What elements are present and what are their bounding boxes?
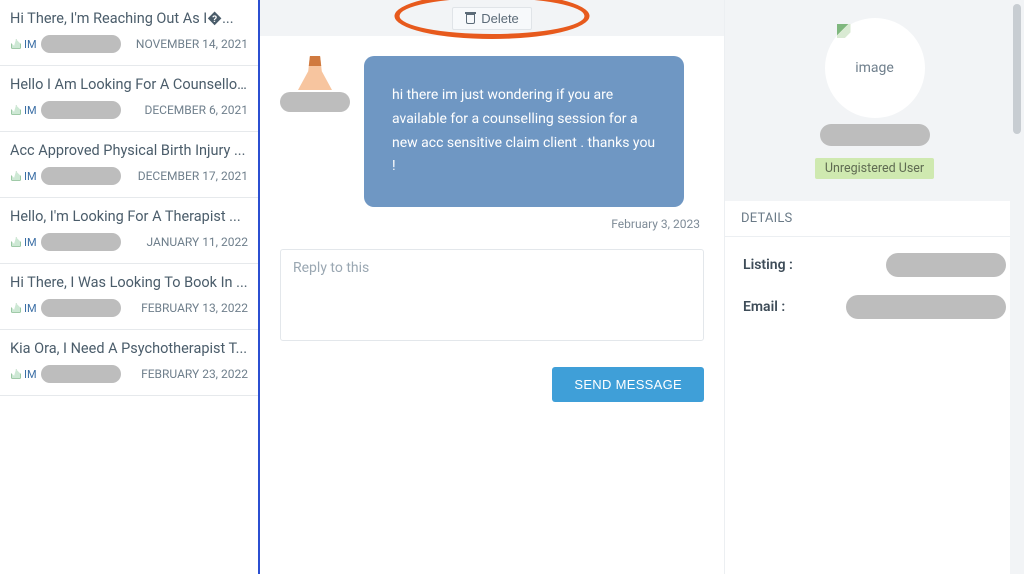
details-heading: DETAILS: [725, 201, 1024, 237]
conversation-meta: IM NOVEMBER 14, 2021: [10, 35, 248, 53]
trash-icon: [465, 12, 476, 24]
conversation-meta: IM DECEMBER 17, 2021: [10, 167, 248, 185]
message-avatar: [280, 56, 350, 112]
listing-label: Listing :: [743, 257, 793, 273]
conversation-date: FEBRUARY 23, 2022: [141, 367, 248, 381]
conversation-date: DECEMBER 6, 2021: [144, 103, 248, 117]
conversation-list[interactable]: Hi There, I'm Reaching Out As I�... IM N…: [0, 0, 260, 574]
conversation-title: Kia Ora, I Need A Psychotherapist T...: [10, 340, 248, 357]
redacted-name: [41, 35, 121, 53]
send-row: SEND MESSAGE: [280, 367, 704, 402]
conversation-meta: IM DECEMBER 6, 2021: [10, 101, 248, 119]
conversation-title: Hi There, I'm Reaching Out As I�...: [10, 10, 248, 27]
delete-button[interactable]: Delete: [452, 7, 532, 30]
avatar: IM: [10, 365, 121, 383]
conversation-item[interactable]: Hello I Am Looking For A Counsellor... I…: [0, 66, 258, 132]
conversation-date: NOVEMBER 14, 2021: [136, 37, 248, 51]
broken-image-icon: [10, 302, 22, 314]
details-pane: image Unregistered User DETAILS Listing …: [724, 0, 1024, 574]
detail-row-email: Email :: [743, 295, 1006, 319]
redacted-name: [41, 101, 121, 119]
conversation-date: FEBRUARY 13, 2022: [141, 301, 248, 315]
conversation-title: Hello I Am Looking For A Counsellor...: [10, 76, 248, 93]
conversation-item[interactable]: Hello, I'm Looking For A Therapist ... I…: [0, 198, 258, 264]
avatar: IM: [10, 167, 121, 185]
contact-image-placeholder: image: [825, 18, 925, 118]
redacted-name: [41, 167, 121, 185]
conversation-meta: IM FEBRUARY 23, 2022: [10, 365, 248, 383]
conversation-date: DECEMBER 17, 2021: [138, 169, 248, 183]
scrollbar[interactable]: [1010, 0, 1024, 574]
conversation-title: Hi There, I Was Looking To Book In ...: [10, 274, 248, 291]
broken-image-icon: [10, 104, 22, 116]
delete-label: Delete: [481, 11, 519, 26]
message-row: hi there im just wondering if you are av…: [280, 56, 704, 207]
email-label: Email :: [743, 299, 785, 315]
conversation-item[interactable]: Hi There, I'm Reaching Out As I�... IM N…: [0, 0, 258, 66]
conversation-item[interactable]: Kia Ora, I Need A Psychotherapist T... I…: [0, 330, 258, 396]
redacted-name: [280, 92, 350, 112]
conversation-title: Hello, I'm Looking For A Therapist ...: [10, 208, 248, 225]
reply-input[interactable]: Reply to this: [280, 249, 704, 341]
conversation-title: Acc Approved Physical Birth Injury ...: [10, 142, 248, 159]
message-date: February 3, 2023: [280, 217, 700, 231]
thread-body: hi there im just wondering if you are av…: [260, 36, 724, 574]
redacted-name: [41, 299, 121, 317]
redacted-value: [846, 295, 1006, 319]
send-message-button[interactable]: SEND MESSAGE: [552, 367, 704, 402]
details-body: Listing : Email :: [725, 237, 1024, 353]
status-badge: Unregistered User: [815, 158, 934, 179]
avatar: IM: [10, 35, 121, 53]
broken-image-icon: [10, 38, 22, 50]
conversation-item[interactable]: Hi There, I Was Looking To Book In ... I…: [0, 264, 258, 330]
avatar-head-icon: [298, 56, 332, 90]
image-label: image: [855, 60, 894, 76]
conversation-meta: IM JANUARY 11, 2022: [10, 233, 248, 251]
detail-row-listing: Listing :: [743, 253, 1006, 277]
conversation-date: JANUARY 11, 2022: [147, 235, 248, 249]
thread-pane: Delete hi there im just wondering if you…: [260, 0, 724, 574]
broken-image-icon: [10, 170, 22, 182]
redacted-name: [820, 124, 930, 146]
thread-toolbar: Delete: [260, 0, 724, 36]
message-bubble: hi there im just wondering if you are av…: [364, 56, 684, 207]
avatar: IM: [10, 299, 121, 317]
broken-image-icon: [10, 368, 22, 380]
conversation-item[interactable]: Acc Approved Physical Birth Injury ... I…: [0, 132, 258, 198]
broken-image-icon: [10, 236, 22, 248]
broken-image-icon: [837, 24, 851, 38]
avatar: IM: [10, 233, 121, 251]
redacted-name: [41, 365, 121, 383]
conversation-meta: IM FEBRUARY 13, 2022: [10, 299, 248, 317]
redacted-value: [886, 253, 1006, 277]
redacted-name: [41, 233, 121, 251]
contact-card: image Unregistered User: [725, 0, 1024, 201]
avatar: IM: [10, 101, 121, 119]
